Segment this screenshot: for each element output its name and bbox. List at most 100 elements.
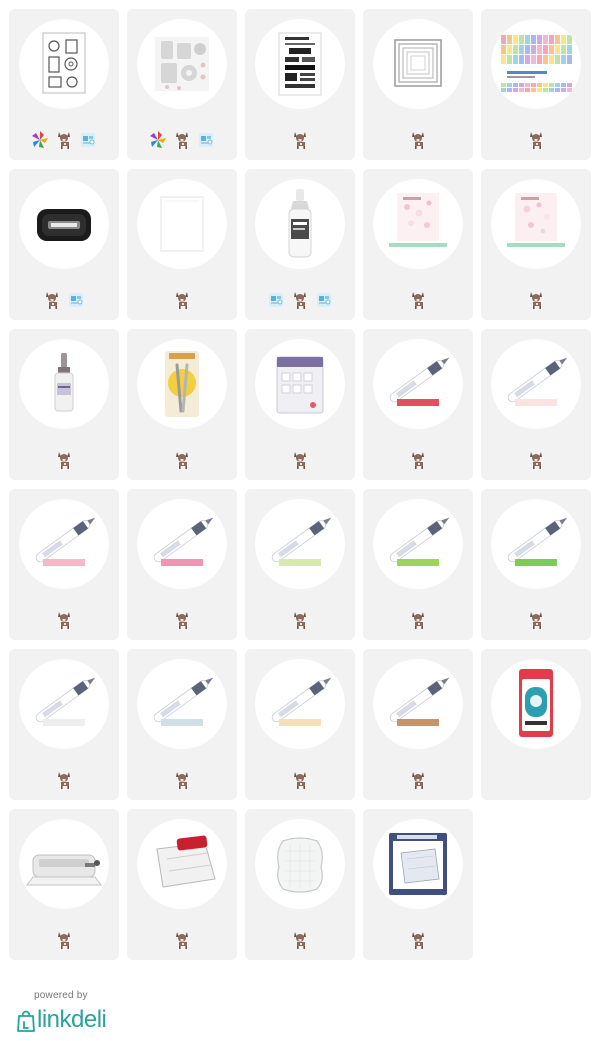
- product-image-marker-pink[interactable]: [137, 499, 227, 589]
- product-image-foam-adhesive-pack[interactable]: [255, 339, 345, 429]
- dog-icon[interactable]: [55, 930, 73, 950]
- product-card[interactable]: [245, 9, 355, 160]
- product-card[interactable]: [9, 9, 119, 160]
- product-card[interactable]: [363, 489, 473, 640]
- product-card[interactable]: [9, 329, 119, 480]
- shopping-bag-icon: [17, 1010, 35, 1032]
- store-icon[interactable]: [79, 130, 97, 150]
- product-image-craft-tweezers[interactable]: [137, 339, 227, 429]
- product-image-patterned-paper-pad[interactable]: [491, 19, 581, 109]
- product-card[interactable]: [363, 649, 473, 800]
- dog-icon[interactable]: [409, 130, 427, 150]
- product-image-marker-green[interactable]: [373, 499, 463, 589]
- dog-icon[interactable]: [409, 770, 427, 790]
- product-image-cutting-mat-package[interactable]: [373, 819, 463, 909]
- product-card[interactable]: [363, 169, 473, 320]
- dog-icon[interactable]: [43, 290, 61, 310]
- dog-icon[interactable]: [409, 610, 427, 630]
- product-image-sequin-mix-1[interactable]: [373, 179, 463, 269]
- dog-icon[interactable]: [173, 610, 191, 630]
- product-image-white-cardstock[interactable]: [137, 179, 227, 269]
- dog-icon[interactable]: [409, 290, 427, 310]
- product-image-paper-trimmer[interactable]: [137, 819, 227, 909]
- dog-icon[interactable]: [291, 290, 309, 310]
- retailer-badges: [127, 447, 237, 473]
- product-card[interactable]: [481, 169, 591, 320]
- product-image-marker-red[interactable]: [373, 339, 463, 429]
- product-card[interactable]: [363, 809, 473, 960]
- store-icon[interactable]: [267, 290, 285, 310]
- dog-icon[interactable]: [173, 290, 191, 310]
- dog-icon[interactable]: [409, 930, 427, 950]
- product-image-nested-rectangle-dies[interactable]: [373, 19, 463, 109]
- product-card[interactable]: [245, 489, 355, 640]
- dog-icon[interactable]: [55, 770, 73, 790]
- dog-icon[interactable]: [527, 290, 545, 310]
- dog-icon[interactable]: [55, 450, 73, 470]
- product-card[interactable]: [245, 329, 355, 480]
- retailer-badges: [245, 927, 355, 953]
- product-image-sequin-mix-2[interactable]: [491, 179, 581, 269]
- product-card[interactable]: [245, 169, 355, 320]
- product-card[interactable]: [127, 169, 237, 320]
- store-icon[interactable]: [197, 130, 215, 150]
- dog-icon[interactable]: [173, 130, 191, 150]
- product-card[interactable]: [9, 809, 119, 960]
- product-image-black-ink-pad[interactable]: [19, 179, 109, 269]
- store-icon[interactable]: [67, 290, 85, 310]
- retailer-badges: [127, 607, 237, 633]
- retailer-badges: [245, 767, 355, 793]
- dog-icon[interactable]: [173, 770, 191, 790]
- product-card[interactable]: [9, 489, 119, 640]
- product-card[interactable]: [481, 329, 591, 480]
- product-image-tape-runner[interactable]: [491, 659, 581, 749]
- product-card[interactable]: [9, 649, 119, 800]
- product-image-marker-pale-blue[interactable]: [137, 659, 227, 749]
- product-card[interactable]: [127, 649, 237, 800]
- linkdeli-logo[interactable]: linkdeli: [16, 1008, 216, 1032]
- product-image-espresso-text-stamps[interactable]: [255, 19, 345, 109]
- dog-icon[interactable]: [291, 450, 309, 470]
- product-image-die-cut-machine[interactable]: [19, 819, 109, 909]
- product-card[interactable]: [363, 9, 473, 160]
- product-card[interactable]: [363, 329, 473, 480]
- product-card[interactable]: [481, 649, 591, 800]
- product-card[interactable]: [127, 9, 237, 160]
- dog-icon[interactable]: [55, 610, 73, 630]
- product-card[interactable]: [245, 649, 355, 800]
- product-image-coffee-stamp-set[interactable]: [19, 19, 109, 109]
- product-image-marker-pale-green[interactable]: [255, 499, 345, 589]
- dog-icon[interactable]: [173, 930, 191, 950]
- product-image-ink-refill-bottle[interactable]: [19, 339, 109, 429]
- product-image-marker-tan[interactable]: [373, 659, 463, 749]
- product-image-coffee-die-set[interactable]: [137, 19, 227, 109]
- affiliate-logo-colorful[interactable]: [149, 130, 167, 150]
- dog-icon[interactable]: [291, 770, 309, 790]
- dog-icon[interactable]: [55, 130, 73, 150]
- dog-icon[interactable]: [291, 130, 309, 150]
- dog-icon[interactable]: [291, 610, 309, 630]
- retailer-badges: [127, 767, 237, 793]
- product-image-marker-blender[interactable]: [19, 659, 109, 749]
- product-card[interactable]: [481, 489, 591, 640]
- product-image-marker-cream[interactable]: [255, 659, 345, 749]
- product-card[interactable]: [9, 169, 119, 320]
- product-card[interactable]: [245, 809, 355, 960]
- dog-icon[interactable]: [527, 610, 545, 630]
- dog-icon[interactable]: [527, 130, 545, 150]
- dog-icon[interactable]: [527, 450, 545, 470]
- product-card[interactable]: [127, 329, 237, 480]
- dog-icon[interactable]: [409, 450, 427, 470]
- product-image-marker-light-pink[interactable]: [19, 499, 109, 589]
- store-icon[interactable]: [315, 290, 333, 310]
- product-card[interactable]: [481, 9, 591, 160]
- product-image-marker-pale-pink[interactable]: [491, 339, 581, 429]
- product-card[interactable]: [127, 489, 237, 640]
- dog-icon[interactable]: [291, 930, 309, 950]
- dog-icon[interactable]: [173, 450, 191, 470]
- product-image-glossy-accents-bottle[interactable]: [255, 179, 345, 269]
- product-card[interactable]: [127, 809, 237, 960]
- product-image-marker-bright-green[interactable]: [491, 499, 581, 589]
- product-image-acrylic-stamp-block[interactable]: [255, 819, 345, 909]
- affiliate-logo-colorful[interactable]: [31, 130, 49, 150]
